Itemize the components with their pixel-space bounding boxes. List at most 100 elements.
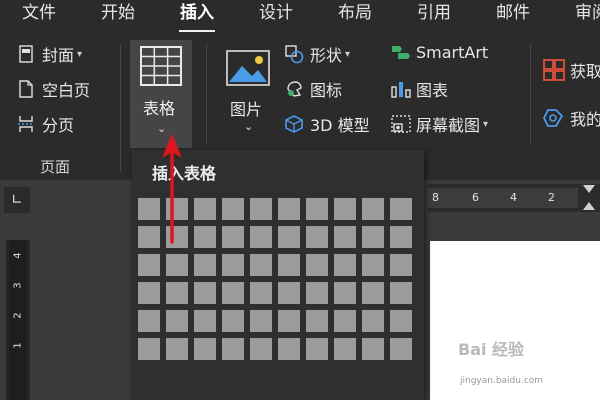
my-addins-icon xyxy=(542,109,564,127)
table-grid-cell[interactable] xyxy=(222,254,244,276)
table-grid-cell[interactable] xyxy=(138,226,160,248)
table-grid-cell[interactable] xyxy=(278,226,300,248)
icons-button[interactable]: 图标 xyxy=(284,77,342,101)
table-grid-cell[interactable] xyxy=(390,282,412,304)
store-icon xyxy=(543,59,565,81)
table-grid-cell[interactable] xyxy=(362,226,384,248)
horizontal-ruler[interactable]: 8 6 4 2 xyxy=(428,184,600,212)
tab-layout[interactable]: 布局 xyxy=(338,0,372,32)
menu-bar: 文件 开始 插入 设计 布局 引用 邮件 审阅 xyxy=(0,0,600,33)
table-grid-cell[interactable] xyxy=(138,338,160,360)
picture-label: 图片 xyxy=(230,100,263,119)
my-addins-button[interactable]: 我的 xyxy=(542,106,600,130)
cover-label: 封面 xyxy=(42,46,75,65)
table-grid-cell[interactable] xyxy=(306,198,328,220)
table-grid-cell[interactable] xyxy=(222,338,244,360)
table-grid-cell[interactable] xyxy=(138,254,160,276)
tab-mailings[interactable]: 邮件 xyxy=(496,0,530,32)
table-grid-cell[interactable] xyxy=(194,254,216,276)
blank-page-button[interactable]: 空白页 xyxy=(16,77,90,101)
shapes-button[interactable]: 形状 ▾ xyxy=(284,42,350,66)
table-grid-cell[interactable] xyxy=(306,338,328,360)
group-divider xyxy=(206,44,207,144)
table-grid-cell[interactable] xyxy=(334,254,356,276)
table-grid-cell[interactable] xyxy=(194,282,216,304)
table-grid-cell[interactable] xyxy=(390,198,412,220)
table-grid-cell[interactable] xyxy=(334,282,356,304)
table-grid-cell[interactable] xyxy=(138,198,160,220)
tab-references[interactable]: 引用 xyxy=(417,0,451,32)
screenshot-label: 屏幕截图 xyxy=(416,116,481,135)
tab-home[interactable]: 开始 xyxy=(101,0,135,32)
table-grid-cell[interactable] xyxy=(138,310,160,332)
chart-label: 图表 xyxy=(416,81,449,100)
table-grid-cell[interactable] xyxy=(306,310,328,332)
table-grid-cell[interactable] xyxy=(390,254,412,276)
screenshot-button[interactable]: 屏幕截图 ▾ xyxy=(390,112,488,136)
picture-button[interactable]: 图片 ⌄ xyxy=(222,46,278,146)
table-grid-cell[interactable] xyxy=(194,338,216,360)
table-grid-cell[interactable] xyxy=(334,338,356,360)
table-grid-cell[interactable] xyxy=(278,198,300,220)
table-grid-cell[interactable] xyxy=(362,254,384,276)
cover-button[interactable]: 封面 ▾ xyxy=(16,42,82,66)
table-grid-cell[interactable] xyxy=(334,310,356,332)
table-grid-cell[interactable] xyxy=(362,310,384,332)
get-addins-button[interactable]: 获取 xyxy=(542,58,600,82)
table-grid-cell[interactable] xyxy=(194,310,216,332)
table-grid-cell[interactable] xyxy=(306,226,328,248)
table-grid-cell[interactable] xyxy=(166,338,188,360)
table-grid-cell[interactable] xyxy=(194,198,216,220)
table-grid-cell[interactable] xyxy=(166,310,188,332)
table-grid-cell[interactable] xyxy=(278,338,300,360)
table-grid-cell[interactable] xyxy=(390,338,412,360)
table-grid-cell[interactable] xyxy=(306,282,328,304)
smartart-icon xyxy=(392,46,410,59)
table-grid-cell[interactable] xyxy=(334,226,356,248)
table-grid-cell[interactable] xyxy=(222,226,244,248)
tab-file[interactable]: 文件 xyxy=(22,0,56,32)
table-grid-cell[interactable] xyxy=(306,254,328,276)
blank-page-icon xyxy=(19,80,33,98)
smartart-button[interactable]: SmartArt xyxy=(390,42,488,62)
3d-model-label: 3D 模型 xyxy=(310,116,370,135)
table-grid-cell[interactable] xyxy=(138,282,160,304)
tab-stop-selector[interactable]: ∟ xyxy=(4,187,30,213)
screenshot-icon xyxy=(391,115,411,133)
tab-design[interactable]: 设计 xyxy=(259,0,293,32)
vertical-ruler[interactable]: 4 3 2 1 xyxy=(6,240,30,400)
3d-model-button[interactable]: 3D 模型 xyxy=(284,112,370,136)
page-break-button[interactable]: 分页 xyxy=(16,112,74,136)
ruler-label: 4 xyxy=(510,191,517,204)
table-grid-cell[interactable] xyxy=(362,198,384,220)
table-grid-cell[interactable] xyxy=(390,226,412,248)
table-grid-cell[interactable] xyxy=(278,282,300,304)
table-grid-cell[interactable] xyxy=(166,254,188,276)
table-grid-cell[interactable] xyxy=(362,282,384,304)
table-grid-cell[interactable] xyxy=(278,310,300,332)
table-grid-cell[interactable] xyxy=(390,310,412,332)
indent-marker-icon[interactable] xyxy=(582,184,596,212)
table-grid-cell[interactable] xyxy=(362,338,384,360)
table-grid-cell[interactable] xyxy=(334,198,356,220)
table-grid-cell[interactable] xyxy=(222,310,244,332)
icons-label: 图标 xyxy=(310,81,343,100)
tab-insert[interactable]: 插入 xyxy=(179,0,215,33)
table-grid-cell[interactable] xyxy=(166,282,188,304)
ruler-label: 2 xyxy=(548,191,555,204)
table-grid-cell[interactable] xyxy=(250,226,272,248)
table-grid-cell[interactable] xyxy=(250,198,272,220)
icons-icon xyxy=(287,81,302,97)
table-grid-cell[interactable] xyxy=(222,282,244,304)
my-addins-label: 我的 xyxy=(570,110,600,129)
table-grid-cell[interactable] xyxy=(222,198,244,220)
table-grid-cell[interactable] xyxy=(250,310,272,332)
table-grid-cell[interactable] xyxy=(278,254,300,276)
table-grid-cell[interactable] xyxy=(194,226,216,248)
table-grid-cell[interactable] xyxy=(250,254,272,276)
blank-page-label: 空白页 xyxy=(42,81,91,100)
chart-button[interactable]: 图表 xyxy=(390,77,448,101)
table-grid-cell[interactable] xyxy=(250,282,272,304)
table-grid-cell[interactable] xyxy=(250,338,272,360)
tab-review[interactable]: 审阅 xyxy=(575,0,600,32)
